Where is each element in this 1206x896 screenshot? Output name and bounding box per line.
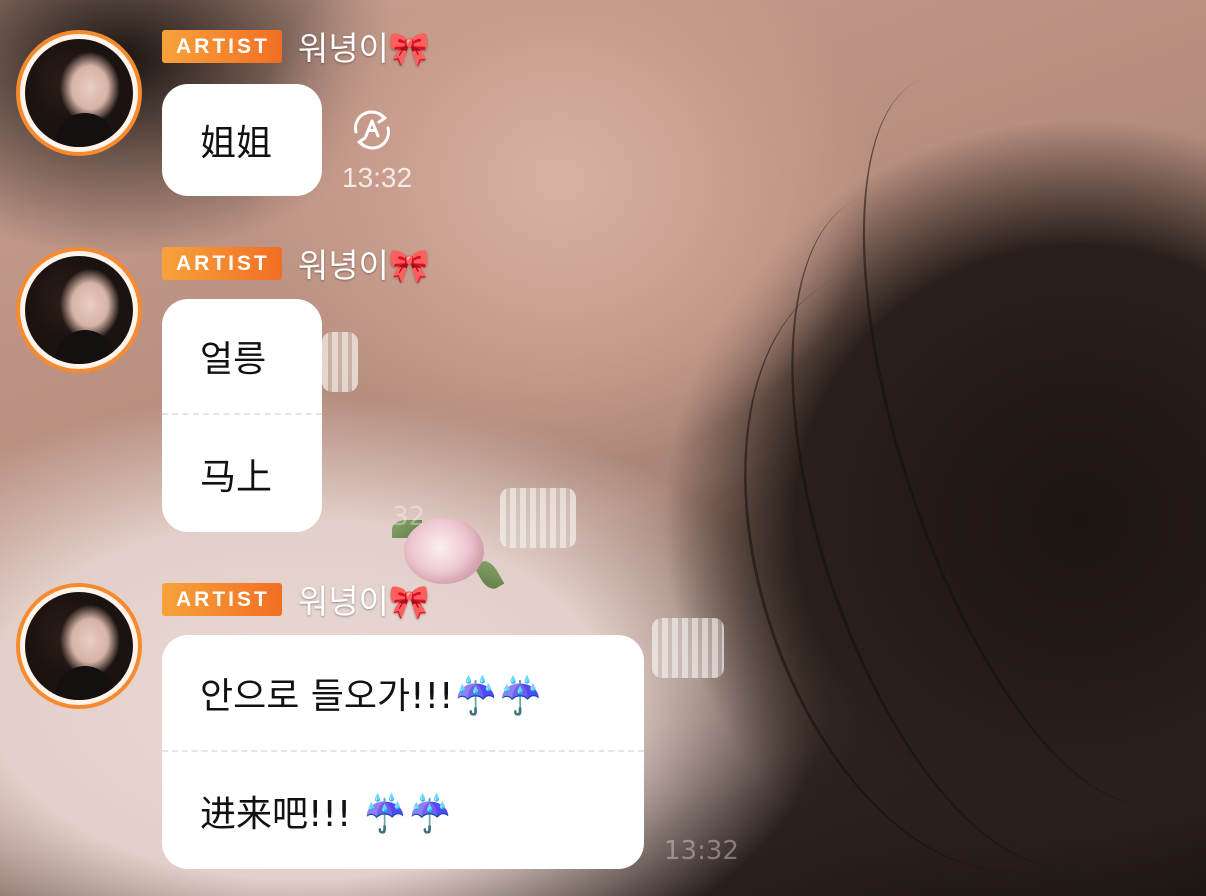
message-header: ARTIST 워녕이🎀 <box>162 245 430 285</box>
message-timestamp: 13:32 <box>342 162 413 193</box>
message-text: 姐姐 <box>200 123 273 164</box>
avatar-photo <box>25 256 133 364</box>
message-text: 进来吧!!! ☔️☔️ <box>200 793 453 835</box>
message-text: 안으로 들오가!!!☔️☔️ <box>200 675 544 717</box>
message-header: ARTIST 워녕이🎀 <box>162 28 430 68</box>
artist-badge: ARTIST <box>162 582 282 616</box>
artist-avatar[interactable] <box>16 247 142 373</box>
message-bubble[interactable]: 안으로 들오가!!!☔️☔️ 进来吧!!! ☔️☔️ <box>162 635 644 869</box>
message-header: ARTIST 워녕이🎀 <box>162 581 430 621</box>
background-lace <box>500 488 576 548</box>
artist-badge: ARTIST <box>162 246 282 280</box>
message-text: 얼릉 <box>200 339 267 380</box>
message-text: 马上 <box>200 456 273 498</box>
message-group: ARTIST 워녕이🎀 얼릉 马上 <box>16 245 496 535</box>
artist-badge: ARTIST <box>162 29 282 63</box>
faded-timestamp: 13:32 <box>664 836 739 866</box>
chat-screen: 32 13:32 ARTIST 워녕이🎀 姐姐 13:32 ARTIST 워녕이… <box>0 0 1206 896</box>
avatar-photo <box>25 39 133 147</box>
sender-name[interactable]: 워녕이🎀 <box>298 575 430 623</box>
artist-avatar[interactable] <box>16 30 142 156</box>
message-group: ARTIST 워녕이🎀 안으로 들오가!!!☔️☔️ 进来吧!!! ☔️☔️ <box>16 581 656 871</box>
message-bubble[interactable]: 姐姐 <box>162 84 322 196</box>
sender-name[interactable]: 워녕이🎀 <box>298 239 430 287</box>
translate-icon[interactable] <box>348 106 396 154</box>
artist-avatar[interactable] <box>16 583 142 709</box>
background-lace <box>652 618 724 678</box>
avatar-photo <box>25 592 133 700</box>
message-group: ARTIST 워녕이🎀 姐姐 13:32 <box>16 28 496 198</box>
message-bubble[interactable]: 얼릉 马上 <box>162 299 322 532</box>
sender-name[interactable]: 워녕이🎀 <box>298 22 430 70</box>
